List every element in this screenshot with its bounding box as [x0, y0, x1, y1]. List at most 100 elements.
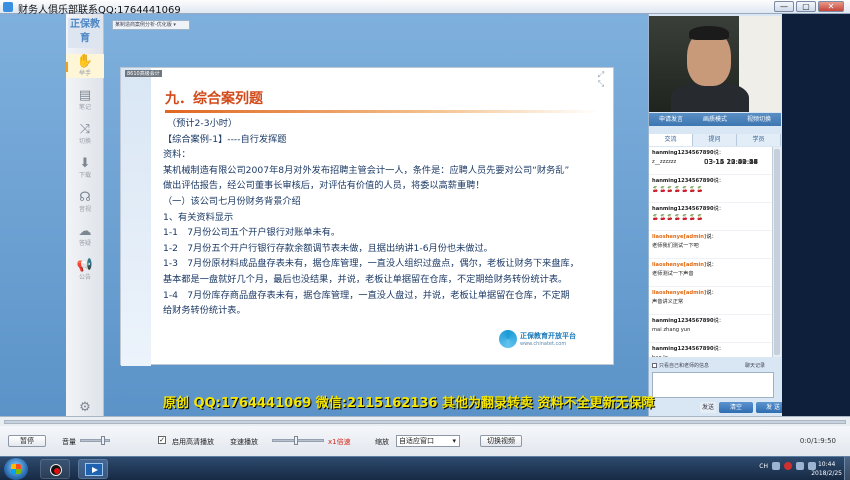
tray-record-icon[interactable]	[784, 462, 792, 470]
megaphone-icon: 📢	[76, 258, 94, 273]
minimize-button[interactable]: —	[774, 1, 794, 12]
video-switch-button[interactable]: 视频切换	[747, 113, 771, 126]
hd-checkbox[interactable]: ✓	[158, 436, 166, 444]
headset-icon: ☊	[79, 190, 91, 205]
clock-time: 10:44	[817, 461, 836, 468]
download-icon: ⬇	[79, 156, 91, 171]
taskbar-player[interactable]	[78, 459, 108, 479]
start-button[interactable]	[4, 458, 28, 480]
system-tray: CH	[759, 462, 816, 470]
taskbar-clock[interactable]: 10:44 2018/2/25	[811, 460, 842, 478]
message-author: liaoshenye[admin]	[652, 290, 707, 296]
chat-buttons: 发送 清空 发 送	[700, 402, 790, 413]
show-desktop-button[interactable]	[844, 457, 850, 480]
message-time: 03-15 20:52:44	[703, 158, 758, 166]
right-margin	[782, 14, 850, 416]
slide-panel: 8610高级会计 ⤢ ⤡ 九．综合案列题 （预计2-3小时） 【综合案例-1】-…	[120, 67, 614, 366]
chat-scrollbar[interactable]	[772, 147, 781, 357]
speed-knob[interactable]	[294, 436, 298, 445]
slide-tag: 8610高级会计	[125, 70, 162, 77]
taskbar-recorder[interactable]	[40, 459, 70, 479]
brand-url: www.chinatet.com	[520, 341, 567, 347]
clear-button[interactable]: 清空	[719, 402, 753, 413]
tray-network-icon[interactable]	[796, 462, 804, 470]
video-person-hair	[689, 26, 729, 40]
self-teacher-only-checkbox[interactable]	[652, 363, 657, 368]
os-taskbar: CH 10:44 2018/2/25	[0, 456, 850, 480]
tool-label: 音视	[78, 206, 91, 213]
maximize-button[interactable]: ▢	[796, 1, 816, 12]
message-author: hanming1234567890	[652, 318, 714, 324]
notes-tool[interactable]: ▤ 笔记	[66, 88, 104, 112]
slide-line: 给财务转份统计表。	[163, 305, 246, 317]
platform-brand: 正保教育开放平台 www.chinatet.com	[499, 330, 576, 348]
message-author: hanming1234567890	[652, 346, 714, 352]
tool-label: 举手	[78, 70, 91, 77]
brand-logo-icon	[499, 330, 517, 348]
tray-icon[interactable]	[772, 462, 780, 470]
quality-mode-button[interactable]: 画质模式	[703, 113, 727, 126]
input-language[interactable]: CH	[759, 463, 768, 470]
collapse-icon[interactable]: ⤡	[593, 79, 609, 88]
slide-line: 基本都是一盘就好几个月，最后也没结果，并说，老板让单据留在仓库，不定期给财务转份…	[163, 273, 568, 285]
speed-value: x1倍速	[328, 438, 351, 446]
tab-chat[interactable]: 交流	[649, 134, 693, 146]
switch-video-button[interactable]: 切换视频	[480, 435, 522, 447]
message-said: 说：	[713, 206, 724, 212]
tool-label: 下载	[78, 172, 91, 179]
course-dropdown[interactable]: 某制造商案例分析-优化版 ▾	[112, 20, 190, 30]
qa-tool[interactable]: ☁ 答疑	[66, 224, 104, 248]
playback-progress[interactable]	[0, 416, 850, 426]
pause-button[interactable]: 暂停	[8, 435, 46, 447]
scroll-thumb[interactable]	[774, 149, 780, 355]
tab-questions[interactable]: 提问	[693, 134, 737, 146]
slide-line: 1-2 7月份五个开户行银行存款余额调节表未做，且据出纳讲1-6月份也未做过。	[163, 242, 493, 254]
control-bar: 暂停 音量 ✓ 启用高清播放 变速播放 x1倍速 缩放 自适应窗口 ▾ 切换视频 …	[0, 426, 850, 456]
zoom-select[interactable]: 自适应窗口 ▾	[396, 435, 460, 447]
volume-knob[interactable]	[101, 436, 105, 445]
send-hint: 发送	[700, 402, 716, 413]
message-text: 声音讲义正常	[652, 299, 684, 305]
zoom-label: 缩放	[375, 438, 389, 446]
chevron-down-icon: ▾	[452, 437, 456, 445]
message-text: 🍒🍒🍒🍒🍒🍒🍒	[652, 215, 705, 221]
message-author: liaoshenye[admin]	[652, 234, 707, 240]
hand-icon: ✋	[76, 54, 94, 69]
chat-history-link[interactable]: 聊天记录	[745, 361, 765, 371]
message-said: 说：	[713, 178, 724, 184]
message-author: hanming1234567890	[652, 206, 714, 212]
announce-tool[interactable]: 📢 公告	[66, 258, 104, 282]
video-toolbar: 申请发言 画质模式 视频切换	[649, 113, 781, 126]
slide-line: 资料：	[163, 149, 191, 161]
switch-tool[interactable]: ⤨ 切换	[66, 122, 104, 146]
audio-tool[interactable]: ☊ 音视	[66, 190, 104, 214]
zoom-select-value: 自适应窗口	[399, 437, 434, 445]
self-teacher-only-label: 只看自己和老师的信息	[659, 363, 710, 369]
expand-icon[interactable]: ⤢	[593, 70, 609, 79]
title-underline	[165, 110, 599, 113]
tool-label: 笔记	[78, 104, 91, 111]
clock-date: 2018/2/25	[811, 470, 842, 477]
slide-line: 做出评估报告，经公司董事长审核后，对评估有价值的人员，将委以高薪重聘！	[163, 180, 485, 192]
message-text: 🍒🍒🍒🍒🍒🍒🍒	[652, 187, 705, 193]
video-player-icon	[85, 463, 103, 476]
message-said: 说：	[706, 290, 717, 296]
slide-view-controls: ⤢ ⤡	[593, 70, 609, 88]
tab-students[interactable]: 学员	[737, 134, 781, 146]
download-tool[interactable]: ⬇ 下载	[66, 156, 104, 180]
apply-speak-button[interactable]: 申请发言	[659, 113, 683, 126]
message-said: 说：	[713, 346, 724, 352]
playback-time: 0:0/1:9:50	[799, 437, 836, 445]
hd-label: 启用高清播放	[172, 438, 214, 446]
chat-message: 03-15 20:52:14 hanming1234567890说： mai zha…	[649, 158, 772, 343]
chat-input[interactable]	[652, 372, 774, 398]
volume-slider[interactable]	[80, 436, 110, 445]
volume-label: 音量	[62, 438, 76, 446]
settings-tool[interactable]: ⚙	[66, 400, 104, 416]
raise-hand-tool[interactable]: ✋ 举手	[66, 54, 104, 78]
message-said: 说：	[713, 150, 724, 156]
close-button[interactable]: ✕	[818, 1, 844, 12]
speed-slider[interactable]	[272, 436, 324, 445]
message-author: hanming1234567890	[652, 178, 714, 184]
progress-track[interactable]	[4, 420, 846, 424]
